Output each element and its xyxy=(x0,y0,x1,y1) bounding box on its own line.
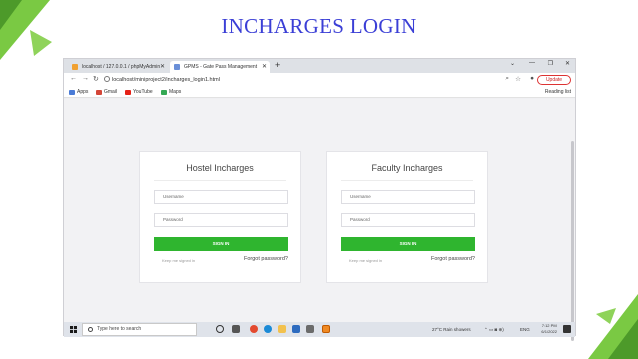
back-button[interactable]: ← xyxy=(70,75,77,82)
close-tab-icon[interactable]: ✕ xyxy=(160,61,165,73)
update-button[interactable]: Update xyxy=(537,75,571,85)
weather-widget[interactable]: 27°C Rain showers xyxy=(432,322,471,337)
forgot-password-link[interactable]: Forgot password? xyxy=(244,256,288,262)
gmail-icon xyxy=(96,90,102,95)
hostel-incharges-card: Hostel Incharges Username Password SIGN … xyxy=(139,151,301,283)
file-explorer-icon[interactable] xyxy=(278,325,286,333)
password-field[interactable]: Password xyxy=(341,213,475,227)
tab-gpms[interactable]: GPMS - Gate Pass Management ✕ xyxy=(170,61,270,73)
zoom-icon[interactable]: ⌕ xyxy=(505,75,509,83)
username-field[interactable]: Username xyxy=(341,190,475,204)
cortana-icon[interactable] xyxy=(216,325,224,333)
info-icon[interactable] xyxy=(104,76,110,82)
scrollbar[interactable] xyxy=(571,141,574,341)
divider xyxy=(154,180,286,181)
system-tray-icons[interactable]: ⌃ ▭ ◙ ⊕) xyxy=(484,322,504,337)
bookmarks-bar: Apps Gmail YouTube Maps Reading list xyxy=(64,87,575,98)
taskbar-search[interactable]: Type here to search xyxy=(82,323,197,336)
clock[interactable]: 7:12 PM 6/1/2022 xyxy=(541,323,557,335)
address-bar: ← → ↻ localhost/miniproject2/incharges_l… xyxy=(64,73,575,87)
edge-icon[interactable] xyxy=(264,325,272,333)
faculty-incharges-card: Faculty Incharges Username Password SIGN… xyxy=(326,151,488,283)
bookmark-apps[interactable]: Apps xyxy=(69,88,88,97)
card-title: Faculty Incharges xyxy=(371,163,443,173)
youtube-icon xyxy=(125,90,131,95)
search-placeholder: Type here to search xyxy=(97,326,142,332)
forward-button[interactable]: → xyxy=(82,75,89,82)
close-window-button[interactable]: ✕ xyxy=(565,60,570,67)
taskbar: Type here to search 27°C Rain showers ⌃ … xyxy=(64,322,575,337)
tab-phpmyadmin[interactable]: localhost / 127.0.0.1 / phpMyAdmin ✕ xyxy=(68,61,168,73)
star-icon[interactable]: ☆ xyxy=(515,75,521,83)
store-icon[interactable] xyxy=(306,325,314,333)
divider xyxy=(341,180,473,181)
bookmark-gmail[interactable]: Gmail xyxy=(96,88,117,97)
search-icon xyxy=(88,327,93,332)
slide-title: INCHARGES LOGIN xyxy=(221,14,417,38)
sign-in-button[interactable]: SIGN IN xyxy=(154,237,288,251)
url-field[interactable]: localhost/miniproject2/incharges_login1.… xyxy=(112,75,220,85)
minimize-button[interactable]: — xyxy=(529,60,535,66)
xampp-icon[interactable] xyxy=(322,325,330,333)
bookmark-maps[interactable]: Maps xyxy=(161,88,181,97)
maps-icon xyxy=(161,90,167,95)
task-view-icon[interactable] xyxy=(232,325,240,333)
phpmyadmin-icon xyxy=(72,64,78,70)
profile-icon[interactable]: ● xyxy=(530,75,534,82)
restore-button[interactable]: ❐ xyxy=(548,60,553,67)
apps-icon xyxy=(69,90,75,95)
close-tab-icon[interactable]: ✕ xyxy=(262,61,267,73)
page-icon xyxy=(174,64,180,70)
reading-list-button[interactable]: Reading list xyxy=(545,88,571,97)
notification-icon[interactable] xyxy=(563,325,571,333)
card-title: Hostel Incharges xyxy=(186,163,254,173)
chrome-icon[interactable] xyxy=(250,325,258,333)
windows-start-icon[interactable] xyxy=(70,326,77,333)
browser-window: localhost / 127.0.0.1 / phpMyAdmin ✕ GPM… xyxy=(63,58,576,341)
reload-button[interactable]: ↻ xyxy=(93,75,99,83)
page-content: Hostel Incharges Username Password SIGN … xyxy=(64,99,575,341)
new-tab-button[interactable]: + xyxy=(275,60,280,70)
corner-decoration-bottom-right xyxy=(588,294,638,359)
chevron-down-icon[interactable]: ⌄ xyxy=(510,60,515,67)
keep-signed-in-checkbox[interactable]: Keep me signed in xyxy=(349,258,382,263)
keep-signed-in-checkbox[interactable]: Keep me signed in xyxy=(162,258,195,263)
slide: INCHARGES LOGIN localhost / 127.0.0.1 / … xyxy=(0,0,638,359)
tab-label: localhost / 127.0.0.1 / phpMyAdmin xyxy=(82,64,161,70)
language-indicator[interactable]: ENG xyxy=(520,322,530,337)
bookmark-youtube[interactable]: YouTube xyxy=(125,88,153,97)
forgot-password-link[interactable]: Forgot password? xyxy=(431,256,475,262)
tab-label: GPMS - Gate Pass Management xyxy=(184,64,258,70)
sign-in-button[interactable]: SIGN IN xyxy=(341,237,475,251)
username-field[interactable]: Username xyxy=(154,190,288,204)
password-field[interactable]: Password xyxy=(154,213,288,227)
mail-icon[interactable] xyxy=(292,325,300,333)
tab-bar: localhost / 127.0.0.1 / phpMyAdmin ✕ GPM… xyxy=(64,59,575,73)
